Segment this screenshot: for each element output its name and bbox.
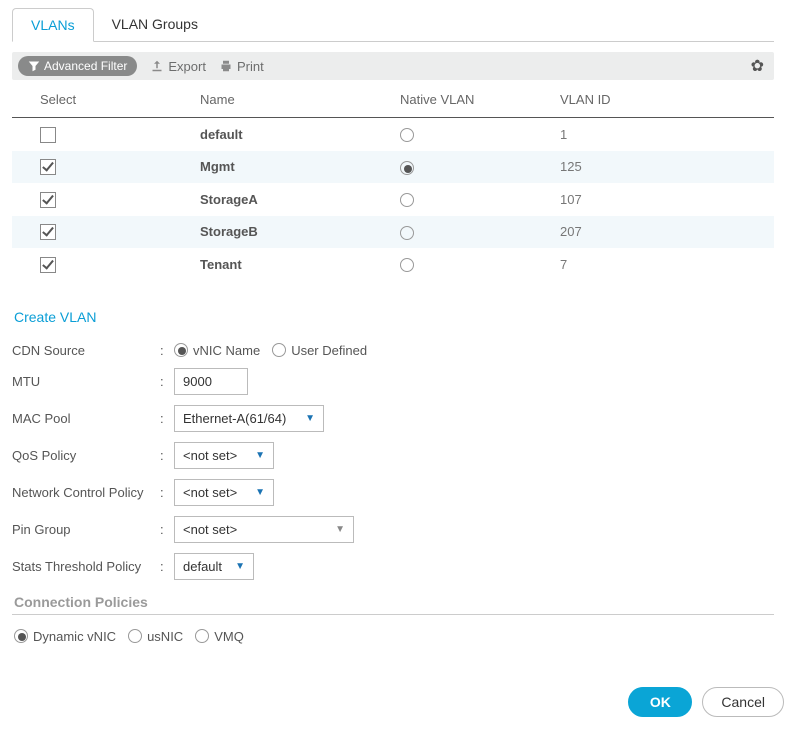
row-name: StorageA: [192, 183, 392, 216]
stats-threshold-select[interactable]: default ▼: [174, 553, 254, 580]
pin-group-select[interactable]: <not set> ▼: [174, 516, 354, 543]
qos-policy-select[interactable]: <not set> ▼: [174, 442, 274, 469]
table-row: StorageB 207: [12, 216, 774, 249]
cdn-vnic-radio[interactable]: vNIC Name: [174, 343, 260, 358]
row-name: Mgmt: [192, 151, 392, 184]
row-name: default: [192, 118, 392, 151]
col-header-select: Select: [12, 82, 192, 118]
radio-icon: [195, 629, 209, 643]
pin-group-label: Pin Group: [12, 522, 160, 537]
advanced-filter-label: Advanced Filter: [44, 59, 127, 73]
row-select-checkbox[interactable]: [40, 127, 56, 143]
print-icon: [220, 60, 232, 72]
export-button[interactable]: Export: [151, 59, 206, 74]
row-name: Tenant: [192, 248, 392, 281]
cdn-user-radio[interactable]: User Defined: [272, 343, 367, 358]
filter-icon: [28, 60, 40, 72]
vmq-radio[interactable]: VMQ: [195, 629, 244, 644]
chevron-down-icon: ▼: [335, 524, 345, 535]
radio-icon: [128, 629, 142, 643]
row-name: StorageB: [192, 216, 392, 249]
table-row: Mgmt 125: [12, 151, 774, 184]
ok-button[interactable]: OK: [628, 687, 692, 717]
chevron-down-icon: ▼: [235, 561, 245, 572]
mtu-input[interactable]: [174, 368, 248, 395]
radio-icon: [272, 343, 286, 357]
network-control-policy-select[interactable]: <not set> ▼: [174, 479, 274, 506]
row-id: 107: [552, 183, 774, 216]
mac-pool-select[interactable]: Ethernet-A(61/64) ▼: [174, 405, 324, 432]
dynamic-vnic-radio[interactable]: Dynamic vNIC: [14, 629, 116, 644]
row-select-checkbox[interactable]: [40, 192, 56, 208]
mac-pool-label: MAC Pool: [12, 411, 160, 426]
mtu-label: MTU: [12, 374, 160, 389]
col-header-name: Name: [192, 82, 392, 118]
row-select-checkbox[interactable]: [40, 224, 56, 240]
create-vlan-link[interactable]: Create VLAN: [14, 309, 774, 325]
row-native-radio[interactable]: [400, 161, 414, 175]
row-id: 1: [552, 118, 774, 151]
row-select-checkbox[interactable]: [40, 257, 56, 273]
divider: [12, 614, 774, 615]
table-row: StorageA 107: [12, 183, 774, 216]
advanced-filter-button[interactable]: Advanced Filter: [18, 56, 137, 76]
row-native-radio[interactable]: [400, 128, 414, 142]
tab-vlan-groups[interactable]: VLAN Groups: [94, 8, 216, 41]
toolbar: Advanced Filter Export Print ✿: [12, 52, 774, 80]
qos-policy-label: QoS Policy: [12, 448, 160, 463]
col-header-native: Native VLAN: [392, 82, 552, 118]
gear-icon: ✿: [751, 58, 764, 75]
usnic-radio[interactable]: usNIC: [128, 629, 183, 644]
table-row: default 1: [12, 118, 774, 151]
cancel-button[interactable]: Cancel: [702, 687, 784, 717]
col-header-id: VLAN ID: [552, 82, 774, 118]
chevron-down-icon: ▼: [305, 413, 315, 424]
dialog-footer: OK Cancel: [628, 687, 784, 717]
tab-bar: VLANs VLAN Groups: [12, 8, 774, 42]
network-control-policy-label: Network Control Policy: [12, 485, 160, 500]
radio-icon: [174, 343, 188, 357]
row-select-checkbox[interactable]: [40, 159, 56, 175]
print-label: Print: [237, 59, 264, 74]
export-label: Export: [168, 59, 206, 74]
chevron-down-icon: ▼: [255, 487, 265, 498]
print-button[interactable]: Print: [220, 59, 264, 74]
export-icon: [151, 60, 163, 72]
stats-threshold-label: Stats Threshold Policy: [12, 559, 160, 574]
chevron-down-icon: ▼: [255, 450, 265, 461]
radio-icon: [14, 629, 28, 643]
settings-button[interactable]: ✿: [747, 56, 768, 76]
row-id: 207: [552, 216, 774, 249]
row-id: 7: [552, 248, 774, 281]
vlan-table: Select Name Native VLAN VLAN ID default …: [12, 82, 774, 281]
tab-vlans[interactable]: VLANs: [12, 8, 94, 42]
row-native-radio[interactable]: [400, 226, 414, 240]
table-row: Tenant 7: [12, 248, 774, 281]
connection-policies-title: Connection Policies: [14, 594, 774, 610]
row-native-radio[interactable]: [400, 258, 414, 272]
main-scroll-area[interactable]: VLANs VLAN Groups Advanced Filter Export…: [0, 0, 786, 680]
row-native-radio[interactable]: [400, 193, 414, 207]
cdn-source-label: CDN Source: [12, 343, 160, 358]
row-id: 125: [552, 151, 774, 184]
